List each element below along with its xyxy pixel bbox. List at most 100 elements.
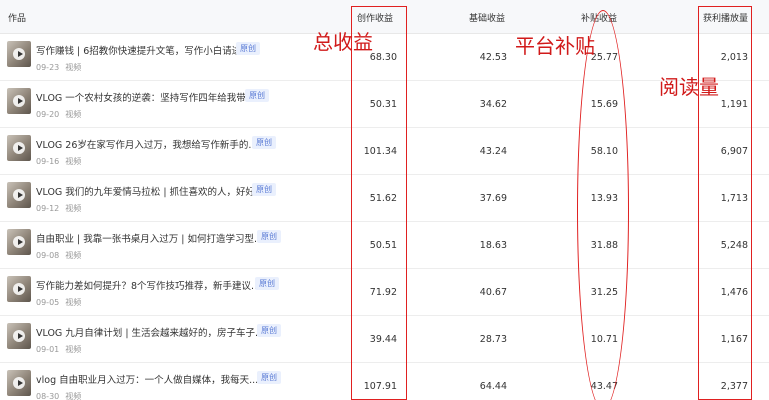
work-type: 视频: [65, 157, 82, 166]
work-type: 视频: [65, 345, 82, 354]
work-type: 视频: [65, 392, 82, 400]
table-row[interactable]: 自由职业 | 我靠一张书桌月入过万 | 如何打造学习型... 原创 09-08 视…: [0, 222, 769, 269]
plays-cell: 1,476: [720, 287, 748, 298]
header-subsidy-income[interactable]: 补贴收益: [581, 11, 617, 24]
base-income-cell: 28.73: [479, 334, 507, 345]
work-date: 09-01: [36, 345, 60, 354]
work-date: 09-05: [36, 298, 60, 307]
total-income-cell: 50.31: [369, 99, 397, 110]
video-thumbnail[interactable]: [7, 41, 31, 67]
work-title[interactable]: 写作赚钱 | 6招教你快速提升文笔，写作小白请进！: [36, 43, 251, 57]
play-icon: [13, 95, 25, 107]
work-type: 视频: [65, 251, 82, 260]
work-date: 09-16: [36, 157, 60, 166]
play-icon: [13, 142, 25, 154]
total-income-cell: 101.34: [363, 146, 397, 157]
original-badge: 原创: [245, 89, 269, 102]
annotation-reads: 阅读量: [659, 75, 719, 99]
video-thumbnail[interactable]: [7, 370, 31, 396]
video-thumbnail[interactable]: [7, 229, 31, 255]
original-badge: 原创: [236, 42, 260, 55]
subsidy-income-cell: 10.71: [590, 334, 618, 345]
original-badge: 原创: [257, 324, 281, 337]
table-header: 作品 创作收益 基础收益 补贴收益 获利播放量: [0, 0, 769, 34]
table-row[interactable]: VLOG 26岁在家写作月入过万，我想给写作新手的... 原创 09-16 视频 …: [0, 128, 769, 175]
play-icon: [13, 236, 25, 248]
plays-cell: 6,907: [720, 146, 748, 157]
work-meta: 09-12 视频: [36, 203, 81, 214]
plays-cell: 5,248: [720, 240, 748, 251]
play-icon: [13, 330, 25, 342]
work-title[interactable]: 写作能力差如何提升？8个写作技巧推荐，新手建议...: [36, 278, 260, 292]
work-date: 09-12: [36, 204, 60, 213]
original-badge: 原创: [252, 183, 276, 196]
video-thumbnail[interactable]: [7, 182, 31, 208]
table-row[interactable]: VLOG 一个农村女孩的逆袭：坚持写作四年给我带来... 原创 09-20 视频 …: [0, 81, 769, 128]
plays-cell: 2,377: [720, 381, 748, 392]
table-row[interactable]: VLOG 我们的九年爱情马拉松 | 抓住喜欢的人，好好... 原创 09-12 视…: [0, 175, 769, 222]
annotation-total: 总收益: [313, 30, 373, 54]
work-title[interactable]: vlog 自由职业月入过万：一个人做自媒体，我每天...: [36, 372, 258, 386]
subsidy-income-cell: 15.69: [590, 99, 618, 110]
work-type: 视频: [65, 298, 82, 307]
total-income-cell: 50.51: [369, 240, 397, 251]
video-thumbnail[interactable]: [7, 276, 31, 302]
subsidy-income-cell: 43.47: [590, 381, 618, 392]
play-icon: [13, 283, 25, 295]
original-badge: 原创: [255, 277, 279, 290]
subsidy-income-cell: 13.93: [590, 193, 618, 204]
work-title[interactable]: VLOG 我们的九年爱情马拉松 | 抓住喜欢的人，好好...: [36, 184, 264, 198]
table-row[interactable]: 写作赚钱 | 6招教你快速提升文笔，写作小白请进！ 原创 09-23 视频 68.…: [0, 34, 769, 81]
video-thumbnail[interactable]: [7, 88, 31, 114]
work-date: 09-08: [36, 251, 60, 260]
total-income-cell: 39.44: [369, 334, 397, 345]
play-icon: [13, 377, 25, 389]
video-thumbnail[interactable]: [7, 135, 31, 161]
header-plays[interactable]: 获利播放量: [703, 11, 748, 24]
header-work: 作品: [8, 14, 27, 24]
work-meta: 08-30 视频: [36, 391, 81, 400]
work-title[interactable]: 自由职业 | 我靠一张书桌月入过万 | 如何打造学习型...: [36, 231, 263, 245]
plays-cell: 1,713: [720, 193, 748, 204]
base-income-cell: 34.62: [479, 99, 507, 110]
plays-cell: 1,167: [720, 334, 748, 345]
play-icon: [13, 48, 25, 60]
original-badge: 原创: [257, 230, 281, 243]
work-type: 视频: [65, 204, 82, 213]
subsidy-income-cell: 31.88: [590, 240, 618, 251]
table-row[interactable]: VLOG 九月自律计划 | 生活会越来越好的，房子车子... 原创 09-01 视…: [0, 316, 769, 363]
work-title[interactable]: VLOG 一个农村女孩的逆袭：坚持写作四年给我带来...: [36, 90, 264, 104]
earnings-table: 作品 创作收益 基础收益 补贴收益 获利播放量 写作赚钱 | 6招教你快速提升文…: [0, 0, 769, 400]
table-row[interactable]: 写作能力差如何提升？8个写作技巧推荐，新手建议... 原创 09-05 视频 71…: [0, 269, 769, 316]
work-title[interactable]: VLOG 26岁在家写作月入过万，我想给写作新手的...: [36, 137, 257, 151]
annotation-platform-subsidy: 平台补贴: [515, 34, 595, 58]
play-icon: [13, 189, 25, 201]
original-badge: 原创: [252, 136, 276, 149]
total-income-cell: 71.92: [369, 287, 397, 298]
base-income-cell: 42.53: [479, 52, 507, 63]
video-thumbnail[interactable]: [7, 323, 31, 349]
base-income-cell: 43.24: [479, 146, 507, 157]
base-income-cell: 18.63: [479, 240, 507, 251]
work-date: 09-20: [36, 110, 60, 119]
work-type: 视频: [65, 63, 82, 72]
work-meta: 09-05 视频: [36, 297, 81, 308]
subsidy-income-cell: 58.10: [590, 146, 618, 157]
work-date: 08-30: [36, 392, 60, 400]
original-badge: 原创: [257, 371, 281, 384]
total-income-cell: 107.91: [363, 381, 397, 392]
work-meta: 09-01 视频: [36, 344, 81, 355]
work-meta: 09-08 视频: [36, 250, 81, 261]
work-meta: 09-20 视频: [36, 109, 81, 120]
work-type: 视频: [65, 110, 82, 119]
subsidy-income-cell: 31.25: [590, 287, 618, 298]
work-meta: 09-23 视频: [36, 62, 81, 73]
table-row[interactable]: vlog 自由职业月入过万：一个人做自媒体，我每天... 原创 08-30 视频 …: [0, 363, 769, 400]
header-base-income[interactable]: 基础收益: [469, 11, 505, 24]
work-title[interactable]: VLOG 九月自律计划 | 生活会越来越好的，房子车子...: [36, 325, 264, 339]
header-total-income[interactable]: 创作收益: [357, 11, 393, 24]
work-date: 09-23: [36, 63, 60, 72]
total-income-cell: 51.62: [369, 193, 397, 204]
base-income-cell: 40.67: [479, 287, 507, 298]
work-meta: 09-16 视频: [36, 156, 81, 167]
